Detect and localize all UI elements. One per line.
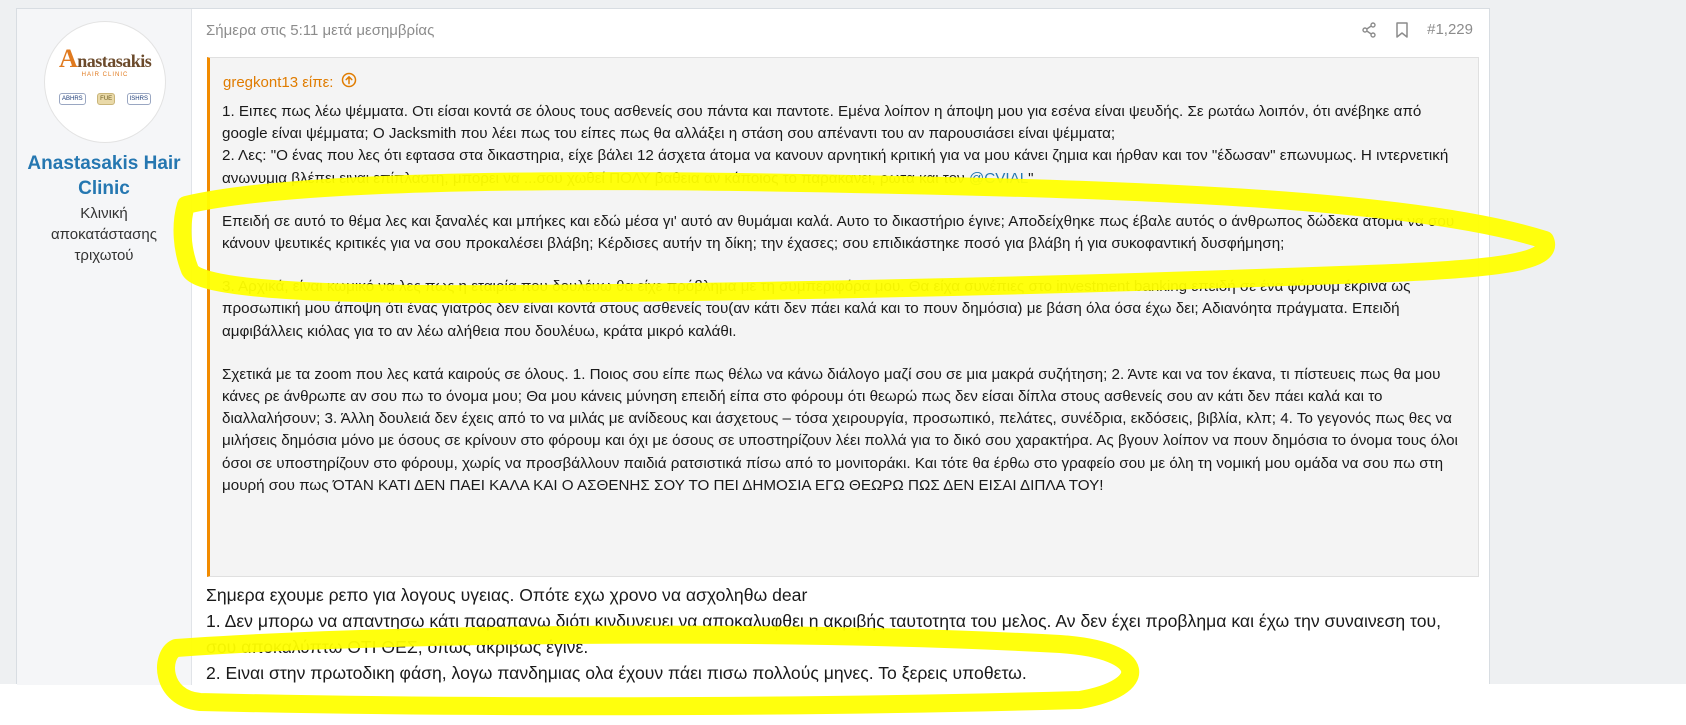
quote-paragraph: 3. Αρχικά, είναι κωμικό να λες πως η ετα… [222,278,1411,340]
quote-text: 2. Λες: "Ο ένας που λες ότι εφτασα στα δ… [222,147,1449,187]
avatar-badges: ABHRS FUE ISHRS [59,88,151,110]
avatar-logo-subtitle: HAIR CLINIC [81,72,129,78]
avatar-badge: ISHRS [126,93,151,105]
avatar-logo-text: Anastasakis [59,44,152,73]
mention-link[interactable]: @CVIAL [969,170,1028,187]
quote-paragraph: Επειδή σε αυτό το θέμα λες και ξαναλές κ… [222,212,1455,253]
post-message: Σημερα εχουμε ρεπο για λογους υγειας. Οπ… [206,582,1476,686]
page: Anastasakis HAIR CLINIC ABHRS FUE ISHRS … [0,0,1686,725]
quote-paragraph: Σχετικά με τα zoom που λες κατά καιρούς … [222,365,1458,494]
forum-post: Anastasakis HAIR CLINIC ABHRS FUE ISHRS … [16,8,1490,685]
avatar-badge: FUE [97,93,116,105]
post-author-title: Κλινική αποκατάστασης τριχωτού [51,205,157,264]
post-user-cell: Anastasakis HAIR CLINIC ABHRS FUE ISHRS … [17,9,192,685]
page-bottom-area [0,684,1686,725]
post-number[interactable]: #1,229 [1427,21,1473,38]
quote-author[interactable]: gregkont13 είπε: [223,74,333,91]
arrow-up-circle-icon[interactable] [341,72,357,92]
message-line: 2. Ειναι στην πρωτοδικη φάση, λογω πανδη… [206,663,1027,683]
post-author-name[interactable]: Anastasakis Hair Clinic [17,151,191,201]
post-actions: #1,229 [1361,21,1473,38]
share-icon[interactable] [1361,21,1377,38]
quote-body: 1. Ειπες πως λέω ψέμματα. Οτι είσαι κοντ… [222,101,1462,518]
avatar-badge: ABHRS [59,93,86,105]
post-main-cell: Σήμερα στις 5:11 μετά μεσημβρίας #1,229 … [192,9,1489,685]
quote-text: " [1028,169,1034,187]
message-line: 1. Δεν μπορω να απαντησω κάτι παραπανω δ… [206,611,1442,657]
quote-header[interactable]: gregkont13 είπε: [223,72,357,92]
post-date[interactable]: Σήμερα στις 5:11 μετά μεσημβρίας [206,22,434,39]
avatar[interactable]: Anastasakis HAIR CLINIC ABHRS FUE ISHRS [44,21,166,143]
quote-text: 1. Ειπες πως λέω ψέμματα. Οτι είσαι κοντ… [222,103,1422,143]
bookmark-icon[interactable] [1395,21,1409,38]
message-line: Σημερα εχουμε ρεπο για λογους υγειας. Οπ… [206,585,808,605]
quote-block: gregkont13 είπε: 1. Ειπες πως λέω ψέμματ… [207,57,1479,577]
quote-paragraph: 1. Ειπες πως λέω ψέμματα. Οτι είσαι κοντ… [222,101,1462,190]
